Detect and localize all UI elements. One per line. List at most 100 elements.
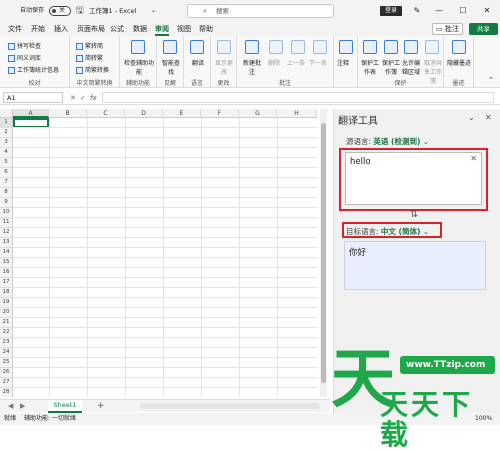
- source-language-selector[interactable]: 源语言: 英语 (检测到) ⌄: [346, 136, 429, 147]
- name-box[interactable]: A1: [3, 92, 63, 103]
- prev-sheet-icon[interactable]: ◀: [8, 400, 13, 413]
- row-header[interactable]: 14: [0, 248, 13, 258]
- notes-icon[interactable]: [339, 40, 353, 54]
- new-comment-icon[interactable]: [245, 40, 259, 54]
- protect-workbook-label[interactable]: 保护工作簿: [381, 58, 401, 76]
- menu-formulas[interactable]: 公式: [110, 22, 124, 36]
- row-header[interactable]: 26: [0, 368, 13, 378]
- menu-help[interactable]: 帮助: [199, 22, 213, 36]
- accessibility-status[interactable]: 辅助功能: 一切就绪: [24, 413, 76, 425]
- workbook-stats-button[interactable]: 工作簿统计信息: [8, 65, 59, 74]
- pen-icon[interactable]: ✎: [410, 0, 424, 22]
- menu-home[interactable]: 开始: [31, 22, 45, 36]
- delete-comment-icon[interactable]: [269, 40, 283, 54]
- row-header[interactable]: 16: [0, 268, 13, 278]
- previous-comment-label[interactable]: 上一条: [287, 58, 305, 67]
- row-header[interactable]: 17: [0, 278, 13, 288]
- source-text-input[interactable]: hello ✕: [345, 152, 482, 205]
- collapse-ribbon-icon[interactable]: ⌃: [488, 76, 494, 84]
- horizontal-scrollbar[interactable]: [140, 403, 320, 409]
- menu-data[interactable]: 数据: [133, 22, 147, 36]
- column-header[interactable]: D: [125, 109, 163, 118]
- show-changes-label[interactable]: 显示更改: [213, 58, 235, 76]
- row-header[interactable]: 6: [0, 168, 13, 178]
- share-button[interactable]: 共享: [469, 23, 498, 35]
- minimize-icon[interactable]: —: [432, 0, 446, 22]
- menu-insert[interactable]: 插入: [54, 22, 68, 36]
- row-header[interactable]: 20: [0, 308, 13, 318]
- row-header[interactable]: 12: [0, 228, 13, 238]
- autosave-toggle[interactable]: 关: [49, 6, 71, 16]
- trad-to-simp-button[interactable]: 繁转简: [76, 41, 103, 50]
- comments-button[interactable]: ▭ 批注: [432, 23, 463, 35]
- row-header[interactable]: 8: [0, 188, 13, 198]
- column-header[interactable]: F: [201, 109, 239, 118]
- row-header[interactable]: 7: [0, 178, 13, 188]
- row-header[interactable]: 3: [0, 138, 13, 148]
- smart-lookup-label[interactable]: 智能查找: [160, 58, 182, 76]
- scrollbar-thumb[interactable]: [321, 123, 326, 383]
- notes-label[interactable]: 注释: [337, 58, 349, 67]
- column-header[interactable]: A: [13, 109, 49, 118]
- previous-comment-icon[interactable]: [291, 40, 305, 54]
- column-header[interactable]: G: [239, 109, 277, 118]
- save-icon[interactable]: 🖫: [76, 0, 84, 22]
- menu-page-layout[interactable]: 页面布局: [77, 22, 105, 36]
- new-comment-label[interactable]: 新建批注: [241, 58, 263, 76]
- swap-languages-icon[interactable]: ⇅: [410, 209, 418, 220]
- row-header[interactable]: 23: [0, 338, 13, 348]
- title-dropdown-icon[interactable]: ⌄: [151, 0, 156, 22]
- allow-edit-ranges-icon[interactable]: [404, 40, 418, 54]
- row-header[interactable]: 2: [0, 128, 13, 138]
- column-header[interactable]: E: [163, 109, 201, 118]
- row-header[interactable]: 22: [0, 328, 13, 338]
- target-language-selector[interactable]: 目标语言: 中文 (简体) ⌄: [346, 226, 429, 237]
- formula-input[interactable]: [102, 92, 494, 103]
- accessibility-check-label[interactable]: 检查辅助功能: [123, 58, 155, 76]
- accessibility-check-icon[interactable]: [131, 40, 145, 54]
- row-header[interactable]: 19: [0, 298, 13, 308]
- row-header[interactable]: 11: [0, 218, 13, 228]
- row-header[interactable]: 25: [0, 358, 13, 368]
- clear-text-icon[interactable]: ✕: [470, 154, 477, 163]
- row-header[interactable]: 5: [0, 158, 13, 168]
- maximize-icon[interactable]: ☐: [456, 0, 470, 22]
- row-header[interactable]: 1: [0, 118, 13, 128]
- row-header[interactable]: 18: [0, 288, 13, 298]
- column-header[interactable]: B: [49, 109, 87, 118]
- row-header[interactable]: 9: [0, 198, 13, 208]
- hide-ink-label[interactable]: 隐藏墨迹: [447, 58, 471, 67]
- unshare-workbook-icon[interactable]: [425, 40, 439, 54]
- fx-button[interactable]: fx: [90, 91, 97, 105]
- hide-ink-icon[interactable]: [452, 40, 466, 54]
- close-icon[interactable]: ✕: [480, 0, 494, 22]
- protect-sheet-icon[interactable]: [363, 40, 377, 54]
- thesaurus-button[interactable]: 同义词库: [8, 53, 41, 62]
- column-header[interactable]: H: [277, 109, 317, 118]
- select-all-corner[interactable]: [0, 109, 13, 118]
- allow-edit-ranges-label[interactable]: 允许编辑区域: [400, 58, 422, 76]
- vertical-scrollbar[interactable]: [320, 109, 327, 397]
- next-comment-icon[interactable]: [313, 40, 327, 54]
- chinese-convert-button[interactable]: 简繁转换: [76, 65, 109, 74]
- row-header[interactable]: 10: [0, 208, 13, 218]
- translate-icon[interactable]: [190, 40, 204, 54]
- row-header[interactable]: 28: [0, 388, 13, 397]
- row-header[interactable]: 15: [0, 258, 13, 268]
- next-sheet-icon[interactable]: ▶: [20, 400, 25, 413]
- login-button[interactable]: 登录: [380, 6, 402, 16]
- sheet-tab[interactable]: Sheet1: [48, 400, 82, 413]
- next-comment-label[interactable]: 下一条: [309, 58, 327, 67]
- cancel-icon[interactable]: ✕: [70, 91, 76, 105]
- show-changes-icon[interactable]: [217, 40, 231, 54]
- menu-view[interactable]: 视图: [177, 22, 191, 36]
- pane-close-icon[interactable]: ✕: [485, 113, 492, 122]
- menu-review[interactable]: 审阅: [155, 22, 169, 36]
- pane-collapse-icon[interactable]: ⌄: [468, 113, 475, 122]
- simp-to-trad-button[interactable]: 简转繁: [76, 53, 103, 62]
- translate-label[interactable]: 翻译: [187, 58, 209, 67]
- delete-comment-label[interactable]: 删除: [268, 58, 280, 67]
- row-header[interactable]: 4: [0, 148, 13, 158]
- add-sheet-button[interactable]: +: [97, 400, 105, 413]
- menu-file[interactable]: 文件: [8, 22, 22, 36]
